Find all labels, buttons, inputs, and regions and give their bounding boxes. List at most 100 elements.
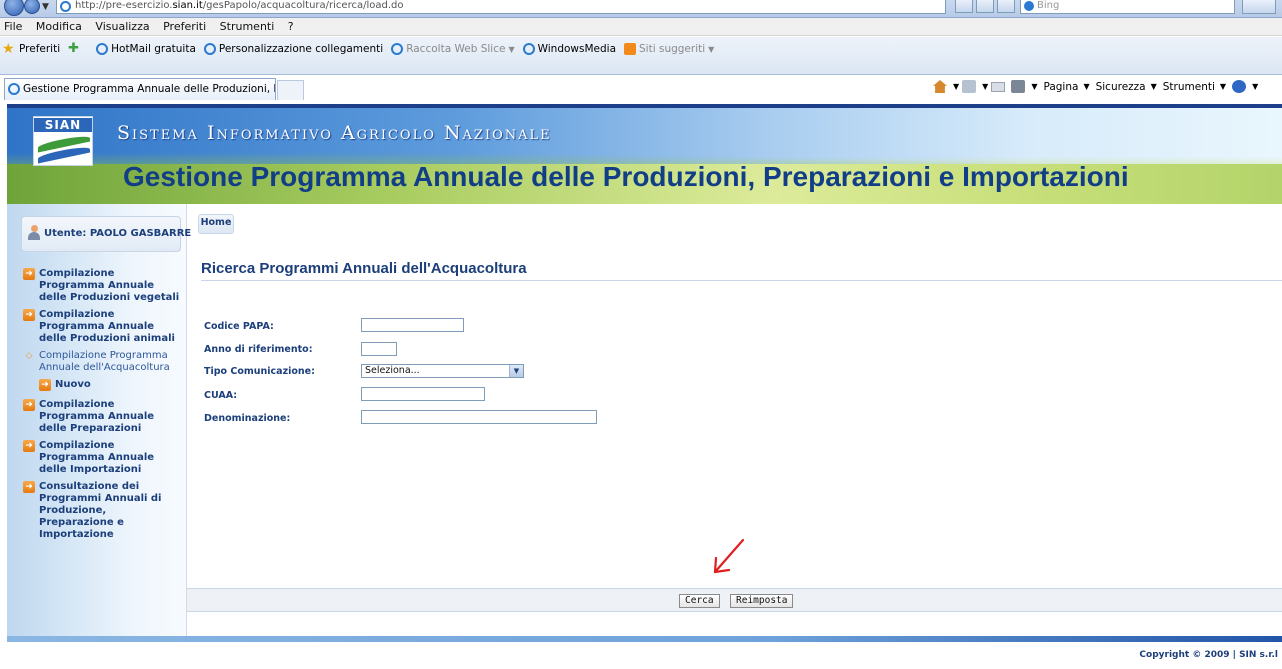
cuaa-label: CUAA: bbox=[204, 390, 238, 401]
print-icon[interactable] bbox=[1011, 80, 1026, 93]
tipo-comunicazione-select[interactable]: Seleziona... ▼ bbox=[361, 364, 524, 378]
fav-webslice-label: Raccolta Web Slice bbox=[406, 43, 506, 55]
sian-logo[interactable]: SIAN bbox=[33, 116, 93, 166]
url-input[interactable]: http://pre-esercizio.sian.it/gesPapolo/a… bbox=[56, 0, 946, 14]
ie-icon bbox=[96, 43, 109, 55]
menu-preferiti[interactable]: Preferiti bbox=[158, 18, 211, 35]
back-icon[interactable] bbox=[4, 0, 24, 16]
tab-title: Gestione Programma Annuale delle Produzi… bbox=[23, 83, 275, 95]
arrow-right-icon: ➜ bbox=[23, 309, 35, 321]
menu-bar: File Modifica Visualizza Preferiti Strum… bbox=[0, 18, 1282, 36]
anno-label: Anno di riferimento: bbox=[204, 344, 313, 355]
rss-icon[interactable] bbox=[962, 80, 977, 93]
ie-icon bbox=[391, 43, 404, 55]
cerca-button[interactable]: Cerca bbox=[679, 594, 720, 608]
refresh-icon[interactable] bbox=[976, 0, 994, 13]
sidebar-item-label: Compilazione Programma Annuale delle Pro… bbox=[39, 268, 180, 303]
fav-windowsmedia[interactable]: WindowsMedia bbox=[522, 43, 617, 55]
button-bar: Cerca Reimposta bbox=[187, 588, 1282, 612]
reimposta-button[interactable]: Reimposta bbox=[730, 594, 794, 608]
logo-text: SIAN bbox=[34, 118, 92, 132]
menu-visualizza[interactable]: Visualizza bbox=[90, 18, 154, 35]
sidebar-item-consultazione[interactable]: ➜ Consultazione dei Programmi Annuali di… bbox=[23, 481, 183, 541]
add-favorite-button[interactable]: ✚ bbox=[68, 42, 88, 56]
fav-windowsmedia-label: WindowsMedia bbox=[537, 43, 617, 55]
chevron-down-icon: ▼ bbox=[508, 44, 515, 54]
url-prefix: http://pre-esercizio. bbox=[75, 0, 173, 11]
mail-icon[interactable] bbox=[991, 81, 1006, 92]
sidebar-item-label: Consultazione dei Programmi Annuali di P… bbox=[39, 481, 162, 540]
sidebar-item-label: Compilazione Programma Annuale delle Pro… bbox=[39, 309, 175, 344]
sidebar-item-preparazioni[interactable]: ➜ Compilazione Programma Annuale delle P… bbox=[23, 399, 183, 435]
fav-webslice[interactable]: Raccolta Web Slice ▼ bbox=[391, 43, 515, 55]
menu-help[interactable]: ? bbox=[283, 18, 299, 35]
menu-strumenti[interactable]: Strumenti bbox=[215, 18, 280, 35]
tipo-comunicazione-value: Seleziona... bbox=[365, 365, 420, 376]
compat-icon[interactable] bbox=[955, 0, 973, 13]
codice-papa-input[interactable] bbox=[361, 318, 464, 332]
search-input[interactable]: Bing bbox=[1020, 0, 1235, 14]
nav-buttons bbox=[4, 0, 44, 18]
favorites-button[interactable]: ★ Preferiti bbox=[0, 42, 60, 56]
chevron-down-icon: ▼ bbox=[708, 44, 715, 54]
ie-icon bbox=[8, 83, 20, 95]
help-icon[interactable] bbox=[1232, 80, 1247, 93]
cmd-sicurezza[interactable]: Sicurezza bbox=[1096, 81, 1146, 93]
fav-hotmail[interactable]: HotMail gratuita bbox=[96, 43, 196, 55]
chevron-down-icon[interactable]: ▼ bbox=[953, 82, 959, 91]
chevron-down-icon: ▼ bbox=[1083, 82, 1090, 91]
bing-icon bbox=[1024, 1, 1034, 11]
sidebar-item-animali[interactable]: ➜ Compilazione Programma Annuale delle P… bbox=[23, 309, 183, 345]
forward-icon[interactable] bbox=[24, 0, 40, 14]
history-dropdown-icon[interactable]: ▼ bbox=[42, 2, 49, 12]
chevron-down-icon: ▼ bbox=[1150, 82, 1157, 91]
menu-modifica[interactable]: Modifica bbox=[31, 18, 87, 35]
page-title: Gestione Programma Annuale delle Produzi… bbox=[123, 161, 1129, 192]
fav-personalizzazione[interactable]: Personalizzazione collegamenti bbox=[203, 43, 384, 55]
breadcrumb-home[interactable]: Home bbox=[198, 214, 234, 234]
denominazione-input[interactable] bbox=[361, 410, 597, 424]
arrow-right-icon: ➜ bbox=[23, 440, 35, 452]
denominazione-label: Denominazione: bbox=[204, 413, 291, 424]
search-button[interactable] bbox=[1242, 0, 1276, 14]
page: SIAN Sistema Informativo Agricolo Nazion… bbox=[7, 104, 1282, 669]
chevron-down-icon[interactable]: ▼ bbox=[1031, 82, 1037, 91]
star-icon: ★ bbox=[2, 41, 15, 57]
user-icon bbox=[28, 225, 40, 241]
arrow-right-icon: ➜ bbox=[23, 481, 35, 493]
copyright: Copyright © 2009 | SIN s.r.l bbox=[1139, 650, 1278, 660]
ie-icon bbox=[60, 1, 71, 12]
browser-tab[interactable]: Gestione Programma Annuale delle Produzi… bbox=[4, 78, 276, 100]
add-favorite-icon: ✚ bbox=[68, 41, 80, 56]
main-content: Home Ricerca Programmi Annuali dell'Acqu… bbox=[187, 204, 1282, 636]
cmd-strumenti[interactable]: Strumenti bbox=[1163, 81, 1215, 93]
home-icon[interactable] bbox=[933, 80, 947, 93]
sidebar-item-vegetali[interactable]: ➜ Compilazione Programma Annuale delle P… bbox=[23, 268, 183, 304]
sidebar-item-nuovo[interactable]: ➜ Nuovo bbox=[39, 379, 183, 391]
cuaa-input[interactable] bbox=[361, 387, 485, 401]
favorites-label: Preferiti bbox=[19, 43, 61, 55]
chevron-down-icon[interactable]: ▼ bbox=[1252, 82, 1258, 91]
system-title: Sistema Informativo Agricolo Nazionale bbox=[117, 122, 552, 144]
diamond-icon: ◇ bbox=[25, 351, 33, 361]
fav-personalizzazione-label: Personalizzazione collegamenti bbox=[218, 43, 384, 55]
cmd-pagina[interactable]: Pagina bbox=[1043, 81, 1078, 93]
arrow-right-icon: ➜ bbox=[23, 399, 35, 411]
menu-file[interactable]: File bbox=[0, 18, 27, 35]
section-title: Ricerca Programmi Annuali dell'Acquacolt… bbox=[201, 260, 527, 277]
sidebar-item-importazioni[interactable]: ➜ Compilazione Programma Annuale delle I… bbox=[23, 440, 183, 476]
search-placeholder: Bing bbox=[1037, 0, 1060, 11]
favorites-bar: ★ Preferiti ✚ HotMail gratuita Personali… bbox=[0, 37, 1282, 75]
chevron-down-icon[interactable]: ▼ bbox=[982, 82, 988, 91]
tab-row: Gestione Programma Annuale delle Produzi… bbox=[0, 78, 1282, 100]
url-buttons bbox=[955, 0, 1021, 14]
fav-hotmail-label: HotMail gratuita bbox=[111, 43, 196, 55]
user-info: Utente: PAOLO GASBARRE bbox=[21, 216, 191, 252]
anno-input[interactable] bbox=[361, 342, 397, 356]
new-tab-button[interactable] bbox=[277, 80, 304, 100]
fav-siti-suggeriti[interactable]: Siti suggeriti ▼ bbox=[624, 43, 714, 55]
sidebar-item-acquacoltura[interactable]: ◇ Compilazione Programma Annuale dell'Ac… bbox=[23, 350, 183, 374]
stop-icon[interactable] bbox=[997, 0, 1015, 13]
section-divider bbox=[201, 280, 1282, 281]
url-host: sian.it bbox=[172, 0, 203, 11]
